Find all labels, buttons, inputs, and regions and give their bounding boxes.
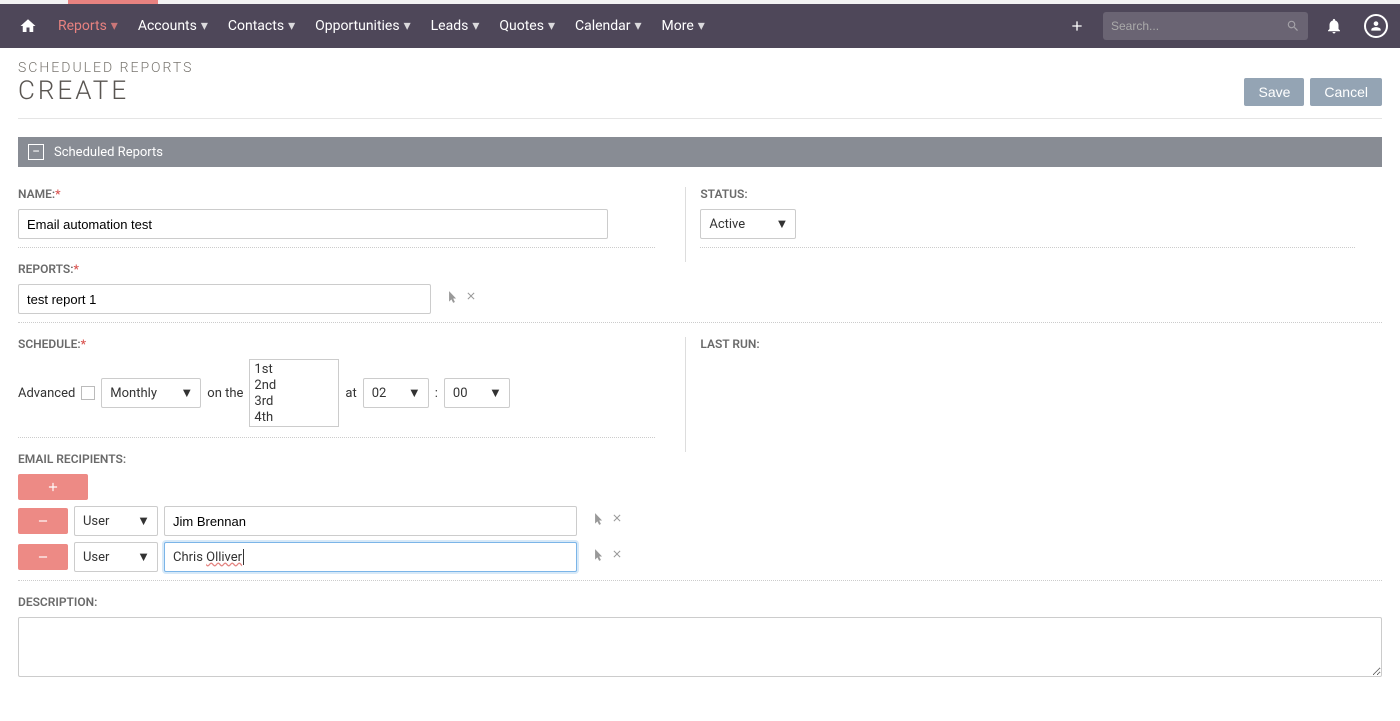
recipient-row: User ▼ Chris Olliver xyxy=(18,542,1382,572)
select-record-button[interactable] xyxy=(591,548,605,566)
recipient-name-input[interactable] xyxy=(164,506,577,536)
plus-icon xyxy=(1069,18,1085,34)
reports-input[interactable] xyxy=(18,284,431,314)
cursor-icon xyxy=(591,548,605,562)
bell-icon xyxy=(1325,17,1343,35)
select-record-button[interactable] xyxy=(445,290,459,308)
caret-down-icon: ▾ xyxy=(201,18,208,34)
clear-record-button[interactable] xyxy=(611,548,623,566)
reports-label: REPORTS:* xyxy=(18,262,1382,276)
remove-recipient-button[interactable] xyxy=(18,544,68,570)
hour-value: 02 xyxy=(372,386,387,401)
nav-home[interactable] xyxy=(8,4,48,48)
nav-leads[interactable]: Leads▾ xyxy=(421,4,490,48)
on-the-label: on the xyxy=(207,386,243,401)
nav-item-label: Contacts xyxy=(228,18,284,34)
nav-item-label: Accounts xyxy=(138,18,197,34)
search-input[interactable] xyxy=(1111,19,1286,33)
nav-item-label: Reports xyxy=(58,18,107,34)
lastrun-label: LAST RUN: xyxy=(700,337,1354,351)
hour-select[interactable]: 02 ▼ xyxy=(363,378,429,408)
caret-down-icon: ▾ xyxy=(472,18,479,34)
day-option[interactable]: 1st xyxy=(254,362,334,378)
notifications-button[interactable] xyxy=(1318,10,1350,42)
clear-record-button[interactable] xyxy=(611,512,623,530)
recipient-type-value: User xyxy=(83,514,109,529)
day-option[interactable]: 3rd xyxy=(254,394,334,410)
person-icon xyxy=(1369,19,1383,33)
caret-down-icon: ▾ xyxy=(548,18,555,34)
nav-item-label: More xyxy=(662,18,694,34)
save-button[interactable]: Save xyxy=(1244,78,1304,106)
status-select[interactable]: Active ▼ xyxy=(700,209,796,239)
nav-calendar[interactable]: Calendar▾ xyxy=(565,4,652,48)
nav-accounts[interactable]: Accounts▾ xyxy=(128,4,218,48)
nav-contacts[interactable]: Contacts▾ xyxy=(218,4,305,48)
add-recipient-button[interactable] xyxy=(18,474,88,500)
remove-recipient-button[interactable] xyxy=(18,508,68,534)
caret-down-icon: ▾ xyxy=(635,18,642,34)
panel-header: − Scheduled Reports xyxy=(18,137,1382,167)
advanced-label: Advanced xyxy=(18,386,75,401)
close-icon xyxy=(611,512,623,524)
recipient-row: User ▼ xyxy=(18,506,1382,536)
close-icon xyxy=(611,548,623,560)
select-record-button[interactable] xyxy=(591,512,605,530)
close-icon xyxy=(465,290,477,302)
cursor-icon xyxy=(445,290,459,304)
nav-item-label: Quotes xyxy=(499,18,544,34)
day-option[interactable]: 4th xyxy=(254,410,334,426)
nav-reports[interactable]: Reports▾ xyxy=(48,4,128,48)
advanced-checkbox[interactable] xyxy=(81,386,95,400)
caret-down-icon: ▾ xyxy=(111,18,118,34)
status-value: Active xyxy=(709,217,745,232)
minus-icon xyxy=(36,550,50,564)
status-label: STATUS: xyxy=(700,187,1354,201)
plus-icon xyxy=(46,480,60,494)
recipient-type-select[interactable]: User ▼ xyxy=(74,506,158,536)
avatar xyxy=(1364,14,1388,38)
user-menu[interactable] xyxy=(1360,10,1392,42)
caret-down-icon: ▾ xyxy=(404,18,411,34)
frequency-value: Monthly xyxy=(110,386,157,401)
caret-down-icon: ▾ xyxy=(698,18,705,34)
minute-value: 00 xyxy=(453,386,468,401)
nav-item-label: Leads xyxy=(431,18,469,34)
search-icon xyxy=(1286,19,1300,33)
frequency-select[interactable]: Monthly ▼ xyxy=(101,378,201,408)
nav-quotes[interactable]: Quotes▾ xyxy=(489,4,565,48)
minute-select[interactable]: 00 ▼ xyxy=(444,378,510,408)
description-textarea[interactable] xyxy=(18,617,1382,677)
email-recipients-label: EMAIL RECIPIENTS: xyxy=(18,452,1382,466)
day-list-select[interactable]: 1st 2nd 3rd 4th xyxy=(249,359,339,427)
nav-opportunities[interactable]: Opportunities▾ xyxy=(305,4,421,48)
cursor-icon xyxy=(591,512,605,526)
recipient-name-input[interactable]: Chris Olliver xyxy=(164,542,577,572)
caret-down-icon: ▾ xyxy=(288,18,295,34)
panel-collapse-toggle[interactable]: − xyxy=(28,144,44,160)
breadcrumb: SCHEDULED REPORTS xyxy=(18,60,193,76)
description-label: DESCRIPTION: xyxy=(18,595,1382,609)
nav-item-label: Opportunities xyxy=(315,18,400,34)
day-option[interactable]: 2nd xyxy=(254,378,334,394)
quick-create-button[interactable] xyxy=(1061,10,1093,42)
recipient-type-select[interactable]: User ▼ xyxy=(74,542,158,572)
at-label: at xyxy=(345,386,356,401)
schedule-label: SCHEDULE:* xyxy=(18,337,655,351)
page-title: CREATE xyxy=(18,76,193,106)
cancel-button[interactable]: Cancel xyxy=(1310,78,1382,106)
nav-item-label: Calendar xyxy=(575,18,631,34)
colon-label: : xyxy=(435,386,438,401)
name-label: NAME:* xyxy=(18,187,655,201)
recipient-type-value: User xyxy=(83,550,109,565)
home-icon xyxy=(19,17,37,35)
minus-icon xyxy=(36,514,50,528)
global-search[interactable] xyxy=(1103,12,1308,40)
name-input[interactable] xyxy=(18,209,608,239)
nav-more[interactable]: More▾ xyxy=(652,4,715,48)
clear-record-button[interactable] xyxy=(465,290,477,308)
text-cursor xyxy=(243,549,244,565)
panel-title: Scheduled Reports xyxy=(54,145,163,160)
